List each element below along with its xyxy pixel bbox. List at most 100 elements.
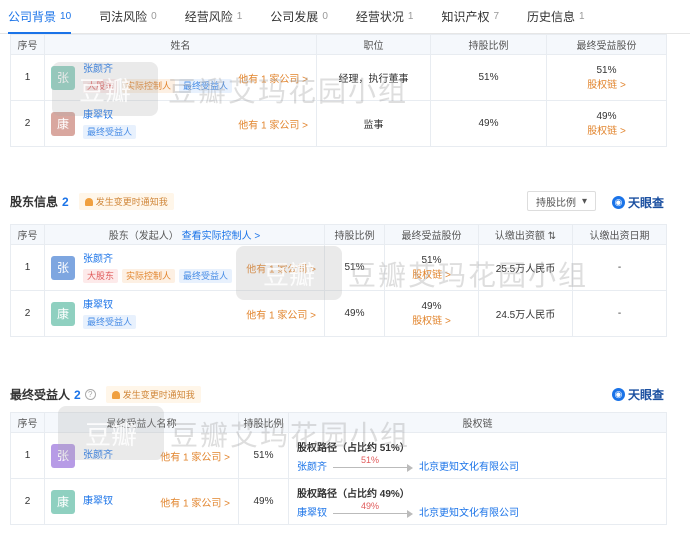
row-index: 2	[10, 478, 45, 525]
person-name-link[interactable]: 康翠钗	[83, 109, 136, 123]
tag-beneficiary: 最终受益人	[83, 314, 137, 329]
person-name-link[interactable]: 康翠钗	[83, 495, 113, 509]
sort-select[interactable]: 持股比例 ▾	[526, 191, 596, 211]
tab-intellectual-property[interactable]: 知识产权 7	[441, 0, 499, 34]
table-header: 序号 股东（发起人） 查看实际控制人 > 持股比例 最终受益股份 认缴出资额 ⇅…	[10, 224, 667, 245]
table-header: 序号 姓名 职位 持股比例 最终受益股份	[10, 34, 667, 55]
col-header: 持股比例	[238, 412, 289, 433]
table-row: 2 康 康翠钗 最终受益人 他有 1 家公司 > 49% 49% 股权链 > 2…	[10, 290, 667, 337]
col-header: 认缴出资额 ⇅	[478, 224, 573, 245]
position-cell: 经理，执行董事	[316, 54, 431, 101]
chain-cell: 股权路径（占比约 49%） 康翠钗 49% 北京更知文化有限公司	[288, 478, 667, 525]
capital-cell: 24.5万人民币	[478, 290, 573, 337]
row-index: 2	[10, 290, 45, 337]
person-name-link[interactable]: 张颜齐	[83, 253, 232, 267]
chain-arrow: 51%	[333, 455, 413, 472]
col-header: 最终受益股份	[546, 34, 667, 55]
tab-legal-risk[interactable]: 司法风险 0	[99, 0, 157, 34]
ratio-cell: 49%	[324, 290, 385, 337]
benefit-cell: 51% 股权链 >	[384, 244, 479, 291]
tab-company-development[interactable]: 公司发展 0	[270, 0, 328, 34]
holds-companies-link[interactable]: 他有 1 家公司 >	[246, 306, 316, 321]
table-row: 1 张 张颜齐 大股东 实际控制人 最终受益人 他有 1 家公司 > 经理，执行	[10, 54, 667, 101]
notify-change-button[interactable]: 发生变更时通知我	[78, 193, 174, 210]
members-table: 序号 姓名 职位 持股比例 最终受益股份 1 张 张颜齐 大股东 实际控制人 最…	[10, 34, 667, 147]
ratio-cell: 51%	[430, 54, 547, 101]
equity-chain-link[interactable]: 股权链 >	[385, 312, 478, 327]
avatar[interactable]: 康	[51, 301, 75, 326]
col-header: 最终受益股份	[384, 224, 479, 245]
table-header: 序号 最终受益人名称 持股比例 股权链	[10, 412, 667, 433]
col-header: 股东（发起人） 查看实际控制人 >	[44, 224, 325, 245]
benefit-cell: 49% 股权链 >	[384, 290, 479, 337]
row-index: 1	[10, 244, 45, 291]
equity-chain-link[interactable]: 股权链 >	[385, 266, 478, 281]
person-cell: 康 康翠钗 他有 1 家公司 >	[44, 478, 239, 525]
members-table-wrap: 序号 姓名 职位 持股比例 最终受益股份 1 张 张颜齐 大股东 实际控制人 最…	[10, 34, 667, 147]
person-cell: 康 康翠钗 最终受益人 他有 1 家公司 >	[44, 100, 317, 147]
tab-operating-risk[interactable]: 经营风险 1	[185, 0, 243, 34]
tab-history[interactable]: 历史信息 1	[527, 0, 585, 34]
chevron-down-icon: ▾	[581, 195, 587, 207]
tab-operating-status[interactable]: 经营状况 1	[356, 0, 414, 34]
tianyancha-logo: ◉ 天眼查	[611, 386, 664, 403]
chain-percent: 49%	[360, 501, 379, 511]
person-cell: 张 张颜齐 大股东 实际控制人 最终受益人 他有 1 家公司 >	[44, 244, 325, 291]
benefit-value: 51%	[421, 254, 442, 266]
chain-from-link[interactable]: 张颜齐	[297, 458, 327, 473]
ratio-cell: 51%	[324, 244, 385, 291]
chain-title: 股权路径（占比约 49%）	[297, 488, 410, 500]
holds-companies-link[interactable]: 他有 1 家公司 >	[238, 116, 308, 131]
ratio-cell: 49%	[430, 100, 547, 147]
tag-actual-controller: 实际控制人	[122, 268, 176, 283]
chain-arrow: 49%	[333, 501, 413, 518]
row-index: 1	[10, 54, 45, 101]
date-cell: -	[572, 290, 667, 337]
holds-companies-link[interactable]: 他有 1 家公司 >	[160, 494, 230, 509]
avatar[interactable]: 张	[51, 255, 75, 280]
col-header: 持股比例	[430, 34, 547, 55]
beneficiaries-table-wrap: 序号 最终受益人名称 持股比例 股权链 1 张 张颜齐 他有 1 家公司 > 5…	[10, 412, 667, 525]
tag-beneficiary: 最终受益人	[179, 268, 233, 283]
view-actual-controller-link[interactable]: 查看实际控制人 >	[182, 231, 261, 242]
equity-chain-link[interactable]: 股权链 >	[547, 122, 666, 137]
table-row: 2 康 康翠钗 最终受益人 他有 1 家公司 > 监事 49% 49% 股权链	[10, 100, 667, 147]
bell-icon	[84, 197, 93, 206]
row-index: 1	[10, 432, 45, 479]
col-header: 职位	[316, 34, 431, 55]
holds-companies-link[interactable]: 他有 1 家公司 >	[246, 260, 316, 275]
notify-change-button[interactable]: 发生变更时通知我	[105, 386, 201, 403]
table-row: 1 张 张颜齐 大股东 实际控制人 最终受益人 他有 1 家公司 > 51% 5…	[10, 244, 667, 291]
shareholders-table-wrap: 序号 股东（发起人） 查看实际控制人 > 持股比例 最终受益股份 认缴出资额 ⇅…	[10, 224, 667, 337]
chain-cell: 股权路径（占比约 51%） 张颜齐 51% 北京更知文化有限公司	[288, 432, 667, 479]
person-name-link[interactable]: 张颜齐	[83, 449, 113, 463]
chain-to-link[interactable]: 北京更知文化有限公司	[419, 504, 519, 519]
chain-from-link[interactable]: 康翠钗	[297, 504, 327, 519]
person-name-link[interactable]: 康翠钗	[83, 299, 136, 313]
avatar[interactable]: 康	[51, 489, 75, 514]
holds-companies-link[interactable]: 他有 1 家公司 >	[160, 448, 230, 463]
avatar[interactable]: 张	[51, 443, 75, 468]
person-cell: 康 康翠钗 最终受益人 他有 1 家公司 >	[44, 290, 325, 337]
tag-major-shareholder: 大股东	[83, 78, 119, 93]
tab-company-background[interactable]: 公司背景 10	[8, 0, 72, 34]
beneficiaries-section-title: 最终受益人 2 ? 发生变更时通知我	[10, 386, 201, 403]
benefit-cell: 51% 股权链 >	[546, 54, 667, 101]
tag-beneficiary: 最终受益人	[179, 78, 233, 93]
row-index: 2	[10, 100, 45, 147]
person-name-link[interactable]: 张颜齐	[83, 63, 232, 77]
tianyancha-icon: ◉	[611, 196, 625, 209]
chain-to-link[interactable]: 北京更知文化有限公司	[419, 458, 519, 473]
tag-major-shareholder: 大股东	[83, 268, 119, 283]
holds-companies-link[interactable]: 他有 1 家公司 >	[238, 70, 308, 85]
help-icon[interactable]: ?	[84, 389, 96, 400]
benefit-value: 51%	[596, 64, 617, 76]
date-cell: -	[572, 244, 667, 291]
sort-icon[interactable]: ⇅	[548, 231, 556, 242]
avatar[interactable]: 康	[51, 111, 75, 136]
avatar[interactable]: 张	[51, 65, 75, 90]
equity-chain-link[interactable]: 股权链 >	[547, 76, 666, 91]
tab-bar: 公司背景 10 司法风险 0 经营风险 1 公司发展 0 经营状况 1 知识产权 7 历史信…	[0, 0, 690, 34]
benefit-cell: 49% 股权链 >	[546, 100, 667, 147]
tianyancha-logo: ◉ 天眼查	[611, 194, 664, 211]
